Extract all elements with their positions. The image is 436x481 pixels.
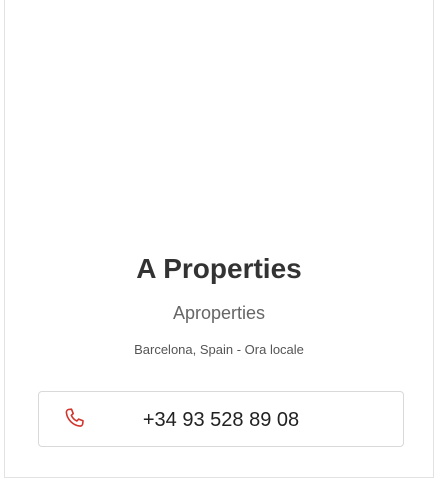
agent-location: Barcelona, Spain - Ora locale (134, 342, 304, 357)
call-phone-button[interactable]: +34 93 528 89 08 (38, 391, 404, 447)
agent-card: A Properties Aproperties Barcelona, Spai… (4, 0, 434, 478)
phone-number: +34 93 528 89 08 (142, 409, 300, 431)
agent-name: A Properties (136, 253, 302, 284)
agent-company: Aproperties (172, 303, 266, 323)
